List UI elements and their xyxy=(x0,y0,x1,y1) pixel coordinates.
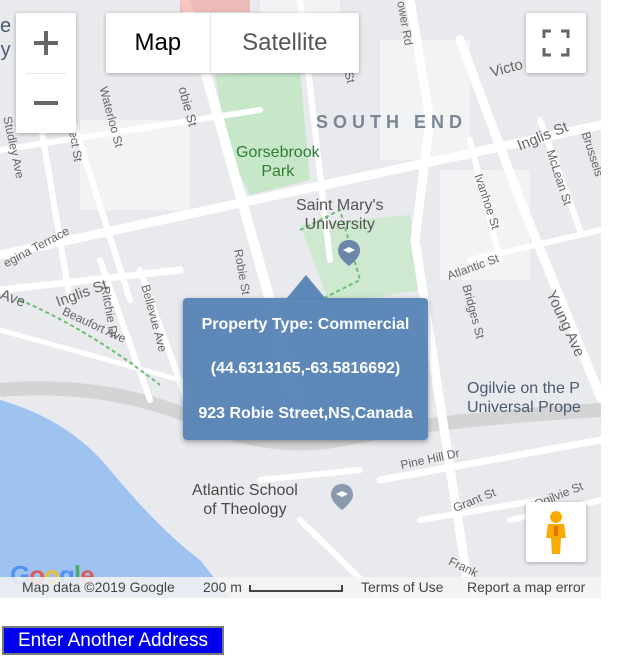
popup-coordinates: (44.6313165,-63.5816692) xyxy=(210,360,401,377)
school-label: Atlantic School of Theology xyxy=(192,481,298,519)
school-pin-icon[interactable] xyxy=(331,484,353,510)
map-type-control: Map Satellite xyxy=(106,13,359,73)
label-line: Park xyxy=(261,163,295,180)
partial-left-label: ey xyxy=(0,14,11,62)
popup-property-type: Property Type: Commercial xyxy=(201,316,410,333)
university-label: Saint Mary's University xyxy=(296,196,384,234)
map-data-attribution: Map data ©2019 Google xyxy=(22,579,175,595)
university-label-line: Saint Mary's University xyxy=(296,196,384,234)
map-type-map-button[interactable]: Map xyxy=(106,13,210,73)
fullscreen-icon xyxy=(542,29,570,57)
label-line: Saint Mary's xyxy=(296,197,384,214)
area-label-south-end: SOUTH END xyxy=(316,112,468,132)
map-footer: Map data ©2019 Google 200 m Terms of Use… xyxy=(0,577,601,598)
park-label: Gorsebrook Park xyxy=(236,143,320,181)
label-line: Atlantic School xyxy=(192,482,298,499)
zoom-in-button[interactable] xyxy=(16,13,76,73)
plus-icon xyxy=(34,31,58,55)
popup-arrow xyxy=(286,275,326,299)
label-line: Gorsebrook xyxy=(236,144,320,161)
label-line: University xyxy=(304,216,375,233)
minus-icon xyxy=(34,101,58,105)
property-info-popup[interactable]: Property Type: Commercial (44.6313165,-6… xyxy=(183,275,428,440)
fullscreen-button[interactable] xyxy=(526,13,586,73)
ogilvie-label-2: Universal Prope xyxy=(467,399,581,416)
zoom-out-button[interactable] xyxy=(16,73,76,133)
enter-another-address-button[interactable]: Enter Another Address xyxy=(2,626,224,655)
pegman-icon xyxy=(546,511,566,554)
street-view-pegman-button[interactable] xyxy=(526,502,586,562)
partial-left-label-line: ey xyxy=(0,14,11,62)
scale-label: 200 m xyxy=(203,579,242,595)
map-canvas[interactable]: SOUTH END Gorsebrook Park Saint Mary's Uni… xyxy=(0,0,601,598)
zoom-control xyxy=(16,13,76,133)
scale-bar xyxy=(249,585,343,592)
school-label-line: Atlantic School of Theology xyxy=(192,481,298,519)
park-label-line: Gorsebrook Park xyxy=(236,143,320,181)
label-line: of Theology xyxy=(203,501,287,518)
label-line: y xyxy=(0,39,11,61)
terms-of-use-link[interactable]: Terms of Use xyxy=(361,579,443,595)
university-pin-icon[interactable] xyxy=(338,240,360,266)
ogilvie-label-1: Ogilvie on the P xyxy=(467,380,580,397)
popup-address: 923 Robie Street,NS,Canada xyxy=(198,405,413,422)
label-line: e xyxy=(0,15,12,37)
map-type-satellite-button[interactable]: Satellite xyxy=(209,13,359,73)
report-map-error-link[interactable]: Report a map error xyxy=(467,579,585,595)
